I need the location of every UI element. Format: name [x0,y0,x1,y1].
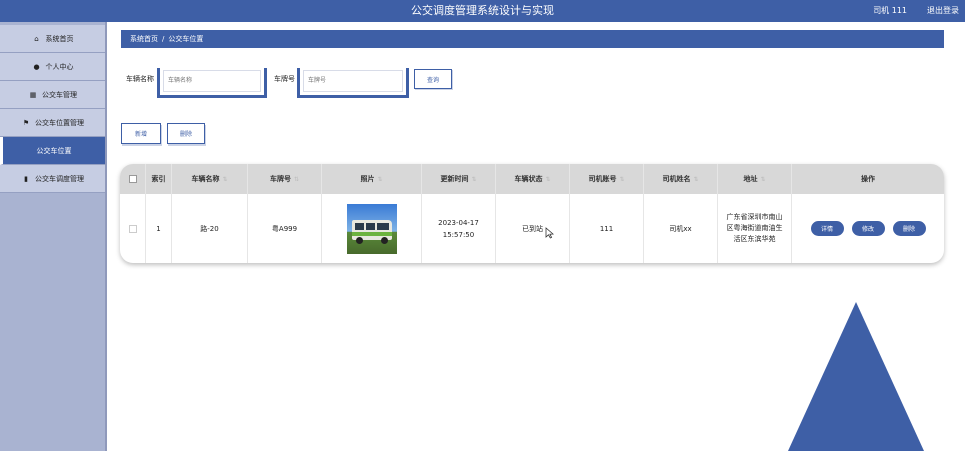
edit-button[interactable]: 修改 [851,221,885,236]
bus-photo[interactable] [346,203,397,254]
plate-input[interactable] [303,70,403,92]
logout-link[interactable]: 退出登录 [927,0,959,22]
sort-icon: ⇅ [693,175,699,183]
cell-driver-account: 111 [570,194,644,263]
cell-driver-name: 司机xx [644,194,718,263]
sidebar-item-home[interactable]: ⌂ 系统首页 [0,25,105,53]
column-header-update-time[interactable]: 更新时间 ⇅ [422,164,496,194]
row-delete-button[interactable]: 删除 [892,221,926,236]
column-header-plate[interactable]: 车牌号 ⇅ [248,164,322,194]
cell-actions: 详情 修改 删除 [792,194,944,263]
sort-icon: ⇅ [293,175,300,183]
current-user: 司机 111 [873,6,907,15]
vehicle-name-input[interactable] [163,70,261,92]
page-title: 公交调度管理系统设计与实现 [411,4,554,17]
cell-update-time: 2023-04-17 15:57:50 [422,194,496,263]
column-header-photo[interactable]: 照片 ⇅ [322,164,422,194]
sidebar-item-label: 公交车位置 [36,147,72,155]
breadcrumb: 系统首页 / 公交车位置 [121,30,944,48]
top-bar: 公交调度管理系统设计与实现 司机 111 退出登录 [0,0,965,22]
breadcrumb-home[interactable]: 系统首页 [130,35,158,43]
column-header-index: 索引 [146,164,172,194]
sidebar-item-label: 公交车位置管理 [35,119,84,127]
breadcrumb-current: 公交车位置 [168,35,204,43]
sidebar-item-label: 公交车管理 [42,91,77,99]
sort-icon: ⇅ [471,175,477,183]
sidebar: ⌂ 系统首页 ● 个人中心 ▦ 公交车管理 ⚑ 公交车位置管理 公交车位置 ▮ 公交车调度… [0,22,107,451]
sidebar-item-bus-location-management[interactable]: ⚑ 公交车位置管理 [0,109,105,137]
vehicle-name-search-box [157,68,267,98]
user-icon: ● [33,63,40,71]
sort-icon: ⇅ [545,175,551,183]
column-header-driver-account[interactable]: 司机账号 ⇅ [570,164,644,194]
cell-index: 1 [146,194,172,263]
sidebar-item-bus-dispatch-management[interactable]: ▮ 公交车调度管理 [0,165,105,193]
vehicle-name-label: 车辆名称 [126,75,154,83]
sidebar-item-bus-location[interactable]: 公交车位置 [0,137,105,165]
row-select-cell [120,194,146,263]
mouse-cursor-icon [545,227,554,239]
cell-status: 已到站 [496,194,570,263]
query-button[interactable]: 查询 [414,69,452,89]
batch-delete-button[interactable]: 删除 [167,123,205,144]
plate-search-box [297,68,409,98]
flag-icon: ⚑ [22,119,30,127]
cell-address: 广东省深圳市南山区粤海街道南油生活区东滨华苑 [718,194,792,263]
column-header-address[interactable]: 地址 ⇅ [718,164,792,194]
cell-plate: 粤A999 [248,194,322,263]
select-all-checkbox[interactable] [128,175,137,183]
table-header: 索引 车辆名称 ⇅ 车牌号 ⇅ 照片 ⇅ 更新时间 ⇅ 车辆状态 ⇅ 司机账号 ⇅ 司机姓名… [120,164,944,194]
decorative-triangle [788,302,924,451]
add-button[interactable]: 新增 [121,123,161,144]
home-icon: ⌂ [34,35,39,43]
breadcrumb-separator: / [162,35,165,43]
detail-button[interactable]: 详情 [810,221,844,236]
cell-vehicle-name: 路-20 [172,194,248,263]
grid-icon: ▦ [29,91,37,99]
row-checkbox[interactable] [128,224,137,233]
bus-location-table: 索引 车辆名称 ⇅ 车牌号 ⇅ 照片 ⇅ 更新时间 ⇅ 车辆状态 ⇅ 司机账号 ⇅ 司机姓名… [120,164,944,263]
sidebar-item-label: 公交车调度管理 [35,175,84,183]
column-header-actions: 操作 [861,175,875,183]
table-row: 1 路-20 粤A999 2023-04-17 15:57:50 已到站 111… [120,194,944,263]
header-select-all-cell [120,164,146,194]
sidebar-item-bus-management[interactable]: ▦ 公交车管理 [0,81,105,109]
column-header-vehicle-name[interactable]: 车辆名称 ⇅ [172,164,248,194]
sort-icon: ⇅ [377,175,383,183]
sort-icon: ⇅ [619,175,625,183]
sidebar-item-label: 个人中心 [45,63,74,71]
column-header-driver-name[interactable]: 司机姓名 ⇅ [644,164,718,194]
sidebar-item-profile[interactable]: ● 个人中心 [0,53,105,81]
chart-icon: ▮ [24,175,28,183]
sort-icon: ⇅ [222,175,228,183]
sidebar-item-label: 系统首页 [45,35,74,43]
column-header-status[interactable]: 车辆状态 ⇅ [496,164,570,194]
sort-icon: ⇅ [760,175,766,183]
plate-label: 车牌号 [274,75,295,83]
cell-photo [322,194,422,263]
